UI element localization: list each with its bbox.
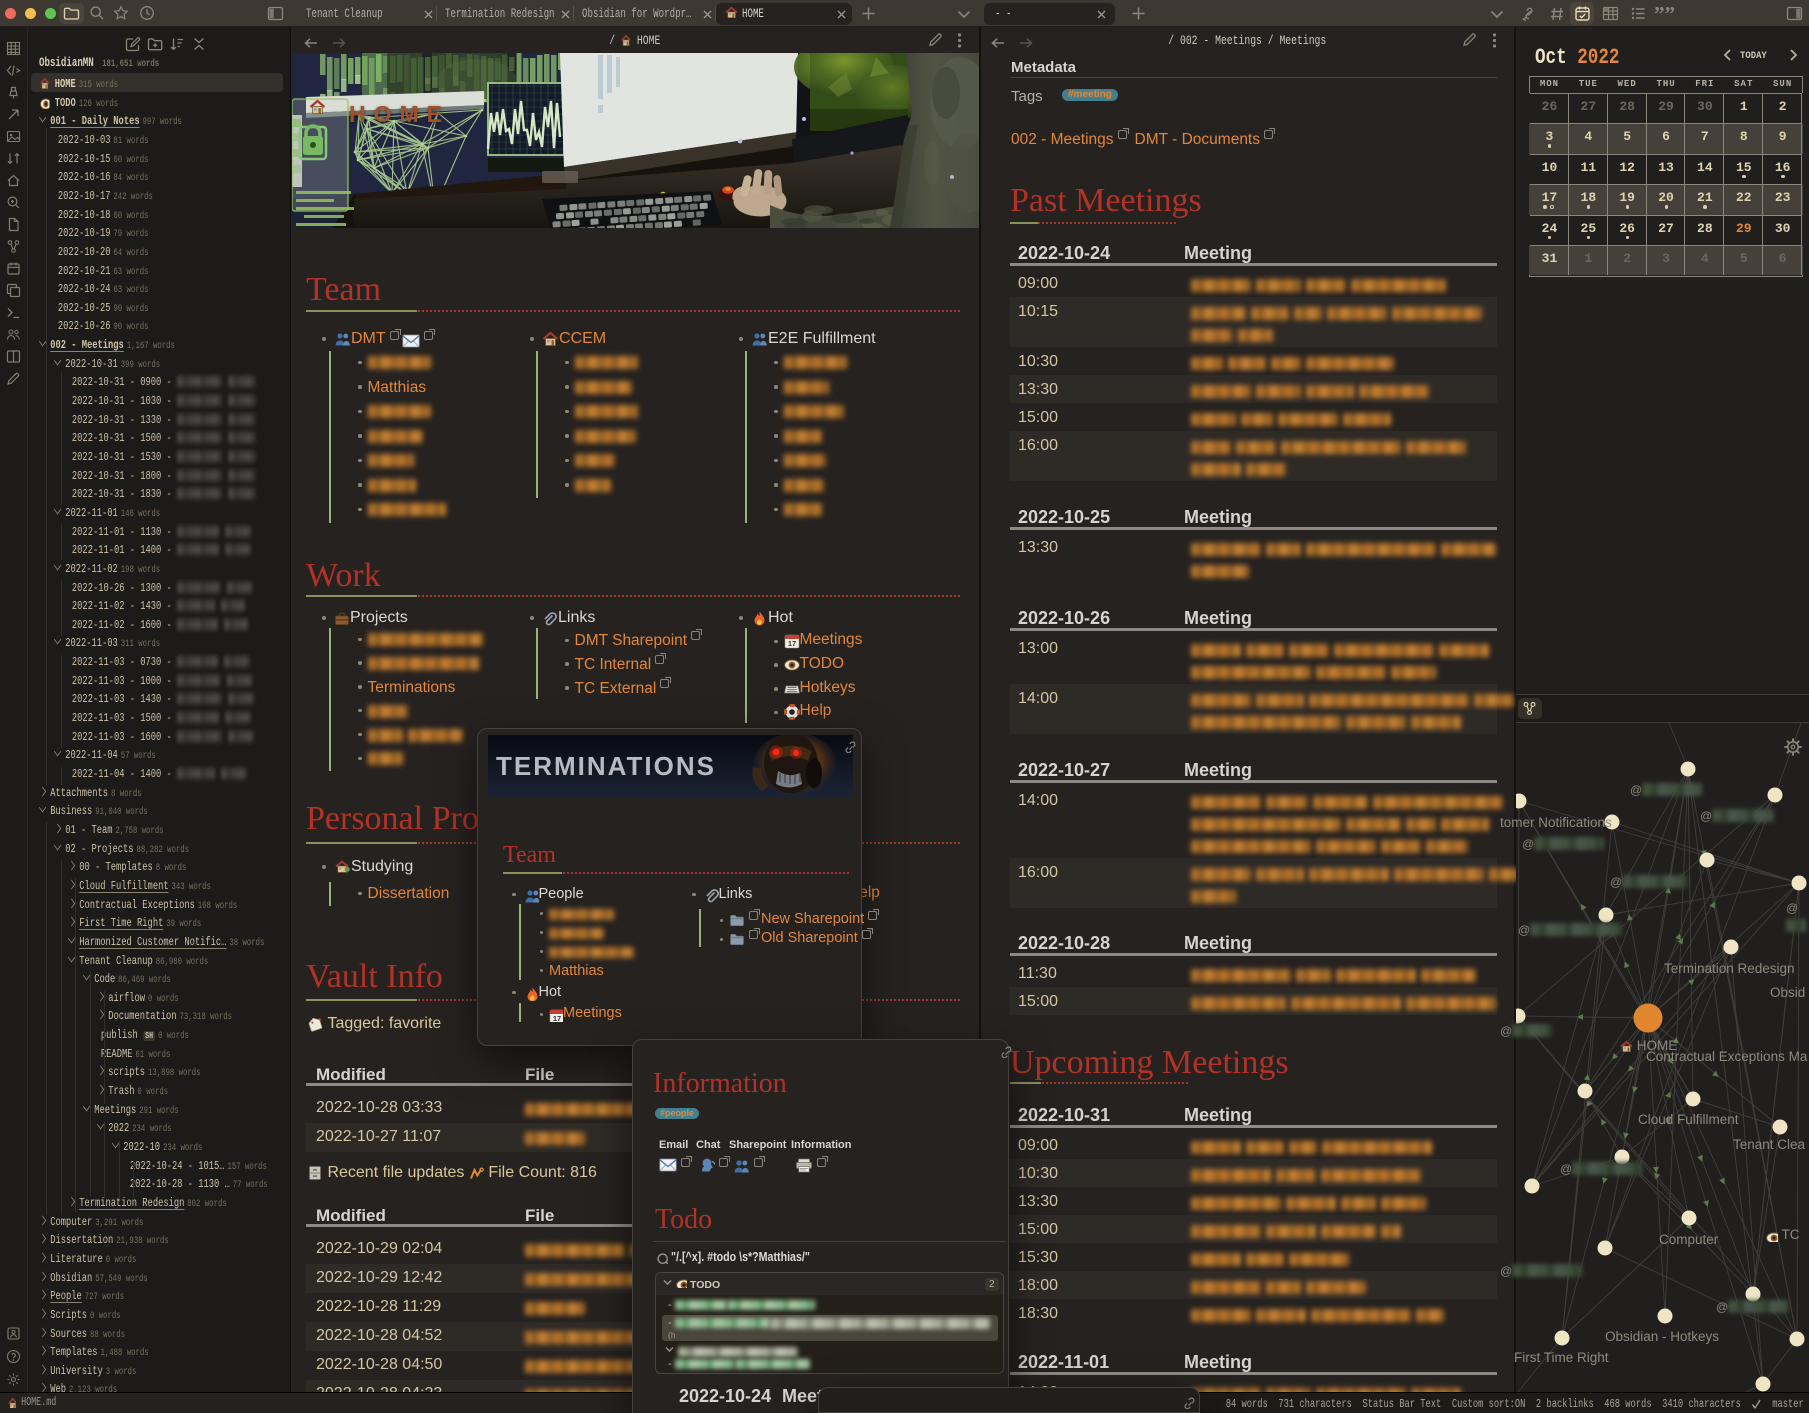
svg-text:TERMINATIONS: TERMINATIONS xyxy=(496,751,716,781)
svg-text:17: 17 xyxy=(787,639,795,648)
svg-text:17: 17 xyxy=(553,1014,561,1022)
